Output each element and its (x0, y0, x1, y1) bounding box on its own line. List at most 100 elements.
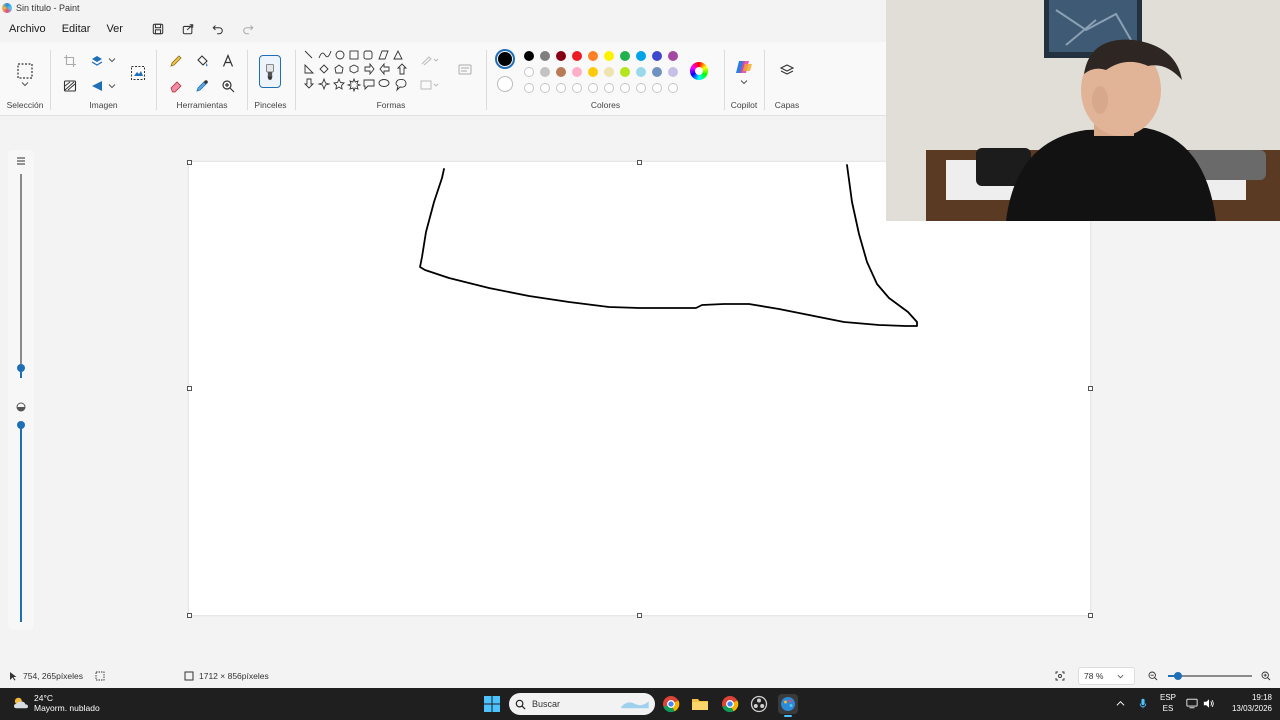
zoom-in-button[interactable] (1261, 671, 1276, 681)
text-button[interactable] (219, 52, 237, 70)
custom-color-slot[interactable] (636, 83, 646, 93)
resize-handle-bottom[interactable] (637, 613, 642, 618)
pencil-button[interactable] (167, 52, 185, 70)
edit-colors-button[interactable] (690, 62, 708, 80)
weather-widget[interactable]: 24°C Mayorm. nublado (12, 693, 100, 713)
taskbar-search-box[interactable]: Buscar (509, 693, 655, 715)
color-swatch[interactable] (572, 51, 582, 61)
resize-handle-bottom-right[interactable] (1088, 613, 1093, 618)
resize-handle-right[interactable] (1088, 386, 1093, 391)
shape-fill-button[interactable] (418, 77, 442, 93)
color-swatch[interactable] (668, 67, 678, 77)
zoom-dropdown[interactable]: 78 % (1078, 667, 1135, 685)
weather-temperature: 24°C (34, 693, 53, 703)
color-picker-button[interactable] (193, 77, 211, 95)
resize-handle-top-left[interactable] (187, 160, 192, 165)
color-swatch[interactable] (668, 51, 678, 61)
custom-color-slot[interactable] (524, 83, 534, 93)
color-swatch[interactable] (556, 67, 566, 77)
primary-color-selector[interactable] (495, 49, 515, 69)
size-slider-thumb[interactable] (17, 364, 25, 372)
chrome-profile-taskbar-button[interactable] (720, 694, 740, 714)
chevron-up-icon[interactable] (1116, 699, 1125, 708)
resize-handle-left[interactable] (187, 386, 192, 391)
language-indicator[interactable]: ESP ES (1158, 692, 1178, 714)
fit-to-window-button[interactable] (1055, 671, 1070, 681)
undo-icon[interactable] (212, 23, 224, 35)
opacity-slider-thumb[interactable] (17, 421, 25, 429)
opacity-slider-track[interactable] (20, 426, 22, 622)
custom-color-slot[interactable] (604, 83, 614, 93)
zoom-out-button[interactable] (1148, 671, 1163, 681)
search-highlight-icon (621, 701, 649, 709)
chrome-taskbar-button[interactable] (661, 694, 681, 714)
color-swatch[interactable] (524, 51, 534, 61)
paint-taskbar-button[interactable] (778, 694, 798, 717)
color-swatch[interactable] (572, 67, 582, 77)
custom-color-slot[interactable] (588, 83, 598, 93)
microphone-icon[interactable] (1139, 697, 1147, 710)
color-swatch[interactable] (588, 67, 598, 77)
eraser-button[interactable] (167, 77, 185, 95)
chevron-down-icon[interactable] (740, 78, 748, 86)
color-swatch[interactable] (588, 51, 598, 61)
chevron-down-icon[interactable] (21, 80, 29, 88)
shape-outline-button[interactable] (418, 52, 442, 68)
file-explorer-taskbar-button[interactable] (690, 694, 710, 714)
color-swatch[interactable] (620, 67, 630, 77)
custom-color-slot[interactable] (540, 83, 550, 93)
resize-handle-top[interactable] (637, 160, 642, 165)
zoom-slider-thumb[interactable] (1174, 672, 1182, 680)
brushes-button[interactable] (259, 55, 281, 88)
crop-button[interactable] (61, 52, 79, 70)
rotate-button[interactable] (88, 77, 106, 95)
redo-icon[interactable] (242, 23, 254, 35)
resize-handle-bottom-left[interactable] (187, 613, 192, 618)
chevron-down-icon[interactable] (108, 56, 116, 64)
custom-color-slot[interactable] (620, 83, 630, 93)
menu-edit[interactable]: Editar (62, 23, 91, 35)
network-icon[interactable] (1186, 698, 1198, 709)
group-label-tools: Herramientas (176, 100, 228, 110)
copilot-button[interactable] (733, 56, 755, 78)
resize-button[interactable] (88, 52, 106, 70)
rotate-icon (92, 81, 102, 91)
image-generator-button[interactable] (127, 62, 149, 84)
color-swatch[interactable] (540, 51, 550, 61)
canvas-size-indicator: 1712 × 856píxeles (184, 671, 269, 681)
obs-taskbar-button[interactable] (749, 694, 769, 714)
color-swatch[interactable] (652, 51, 662, 61)
secondary-color-selector[interactable] (497, 76, 513, 92)
color-swatch[interactable] (604, 67, 614, 77)
color-swatch[interactable] (540, 67, 550, 77)
freehand-stroke (419, 164, 918, 327)
start-button[interactable] (482, 694, 502, 714)
remove-background-button[interactable] (61, 77, 79, 95)
color-wheel-icon (695, 67, 703, 75)
shape-style-button[interactable] (456, 60, 474, 78)
layers-button[interactable] (777, 60, 797, 80)
chevron-down-icon[interactable] (108, 82, 116, 90)
fill-button[interactable] (193, 52, 211, 70)
color-swatch[interactable] (620, 51, 630, 61)
save-icon[interactable] (152, 23, 164, 35)
color-swatch[interactable] (524, 67, 534, 77)
custom-color-slot[interactable] (652, 83, 662, 93)
share-icon[interactable] (182, 23, 194, 35)
color-swatch[interactable] (604, 51, 614, 61)
color-swatch[interactable] (636, 51, 646, 61)
color-swatch[interactable] (636, 67, 646, 77)
color-swatch[interactable] (556, 51, 566, 61)
menu-file[interactable]: Archivo (9, 23, 46, 35)
size-slider-track[interactable] (20, 174, 22, 370)
custom-color-slot[interactable] (572, 83, 582, 93)
clock[interactable]: 19:18 13/03/2026 (1222, 692, 1272, 714)
custom-color-slot[interactable] (556, 83, 566, 93)
custom-color-slot[interactable] (668, 83, 678, 93)
menu-view[interactable]: Ver (106, 23, 123, 35)
magnifier-button[interactable] (219, 77, 237, 95)
volume-icon[interactable] (1203, 698, 1215, 709)
color-swatch[interactable] (652, 67, 662, 77)
shapes-gallery[interactable] (302, 48, 412, 98)
drawing-canvas[interactable] (189, 162, 1090, 615)
